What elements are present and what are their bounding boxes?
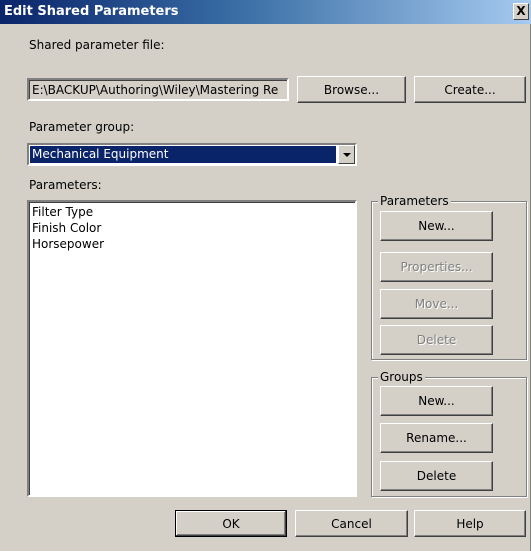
delete-parameter-button[interactable]: Delete — [380, 325, 493, 355]
groups-groupbox-title: Groups — [378, 370, 425, 384]
list-item[interactable]: Finish Color — [32, 221, 101, 235]
shared-file-label: Shared parameter file: — [29, 38, 165, 52]
properties-button[interactable]: Properties... — [380, 252, 493, 282]
new-parameter-button[interactable]: New... — [380, 211, 493, 241]
create-button[interactable]: Create... — [414, 76, 526, 103]
parameters-listbox[interactable]: Filter Type Finish Color Horsepower — [27, 200, 357, 497]
delete-group-button[interactable]: Delete — [380, 461, 493, 491]
close-button[interactable]: X — [513, 3, 529, 20]
parameter-group-dropdown[interactable]: Mechanical Equipment — [27, 143, 357, 166]
parameters-list-label: Parameters: — [29, 178, 102, 192]
shared-file-path-field[interactable]: E:\BACKUP\Authoring\Wiley\Mastering Re — [27, 78, 289, 101]
close-icon: X — [516, 4, 526, 18]
dropdown-arrow-button[interactable] — [338, 145, 355, 164]
parameter-group-label: Parameter group: — [29, 120, 135, 134]
move-button[interactable]: Move... — [380, 289, 493, 319]
browse-button[interactable]: Browse... — [297, 76, 406, 103]
parameters-groupbox-title: Parameters — [378, 194, 451, 208]
rename-group-button[interactable]: Rename... — [380, 423, 493, 453]
list-item[interactable]: Horsepower — [32, 237, 104, 251]
list-item[interactable]: Filter Type — [32, 205, 93, 219]
help-button[interactable]: Help — [414, 510, 526, 537]
shared-file-path-value: E:\BACKUP\Authoring\Wiley\Mastering Re — [32, 83, 279, 97]
ok-button[interactable]: OK — [175, 510, 287, 537]
parameter-group-selected: Mechanical Equipment — [30, 146, 336, 163]
cancel-button[interactable]: Cancel — [295, 510, 408, 537]
window-title: Edit Shared Parameters — [4, 4, 179, 19]
chevron-down-icon — [342, 152, 351, 157]
new-group-button[interactable]: New... — [380, 386, 493, 416]
title-bar[interactable]: Edit Shared Parameters X — [0, 0, 531, 24]
edit-shared-parameters-dialog: Edit Shared Parameters X Shared paramete… — [0, 0, 531, 551]
